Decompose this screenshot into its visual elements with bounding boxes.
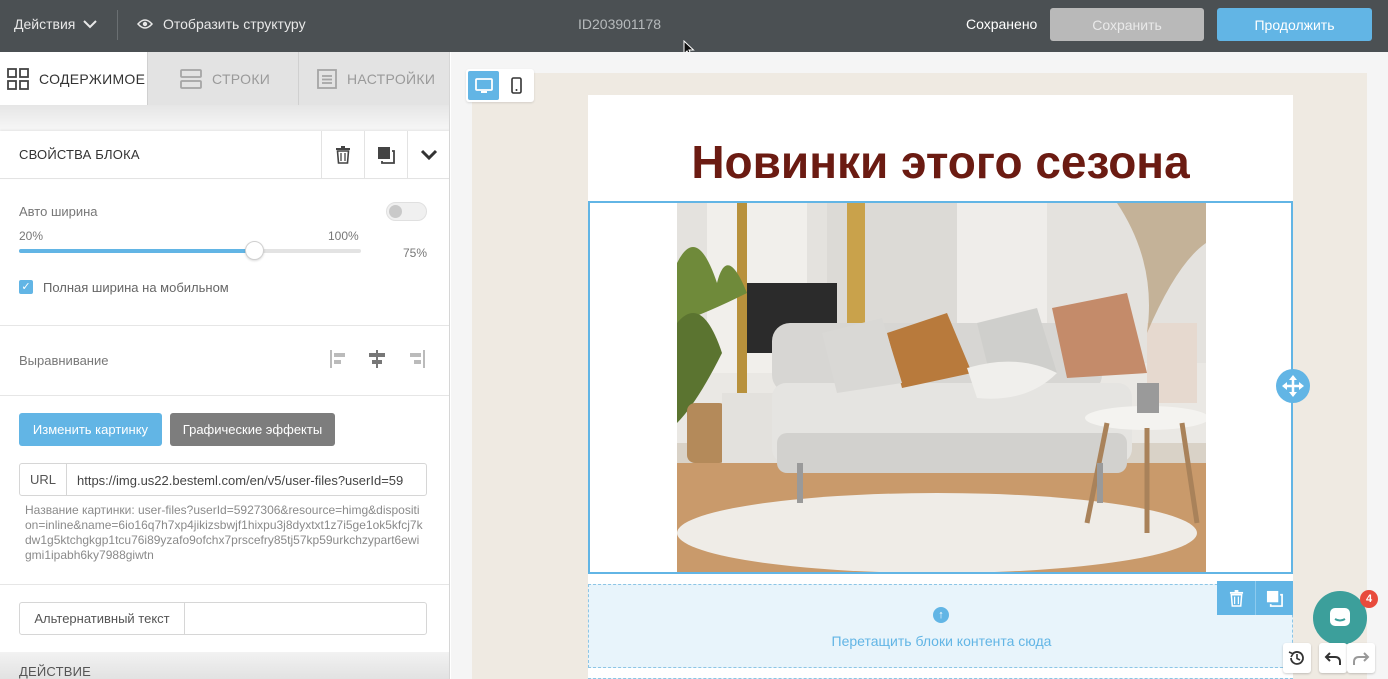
alt-text-field[interactable]: Альтернативный текст — [19, 602, 427, 635]
duplicate-icon — [378, 147, 395, 164]
delete-row-button[interactable] — [1217, 581, 1255, 615]
slider-max-label: 100% — [328, 229, 359, 243]
chevron-down-icon — [83, 20, 98, 29]
image-effects-button[interactable]: Графические эффекты — [170, 413, 335, 446]
history-icon — [1288, 651, 1304, 665]
grid-icon — [7, 67, 29, 90]
tab-rows[interactable]: СТРОКИ — [148, 52, 299, 105]
url-label: URL — [20, 464, 67, 495]
panel-tabs: СОДЕРЖИМОЕ СТРОКИ НАСТРОЙКИ — [0, 52, 449, 105]
chat-widget-button[interactable] — [1313, 591, 1367, 645]
align-left-icon[interactable] — [329, 349, 349, 369]
actions-menu[interactable]: Действия — [14, 0, 98, 48]
collapse-button[interactable] — [407, 131, 449, 179]
alignment-label: Выравнивание — [19, 353, 109, 368]
panel-spacer — [0, 105, 449, 131]
device-view-toggle — [466, 69, 534, 102]
actions-label: Действия — [14, 16, 76, 32]
rows-icon — [180, 68, 202, 89]
history-button[interactable] — [1283, 643, 1311, 673]
block-properties-header: СВОЙСТВА БЛОКА — [0, 131, 449, 179]
full-width-mobile-checkbox[interactable]: ✓ — [19, 280, 33, 294]
image-block[interactable] — [588, 201, 1293, 574]
delete-block-button[interactable] — [321, 131, 364, 179]
block-properties-title: СВОЙСТВА БЛОКА — [19, 147, 140, 162]
show-structure-label: Отобразить структуру — [163, 16, 306, 32]
auto-width-toggle[interactable] — [386, 202, 427, 221]
email-background: Новинки этого сезона ↑ Перетащить блоки … — [472, 73, 1367, 679]
section-divider — [0, 584, 449, 585]
tab-settings-label: НАСТРОЙКИ — [347, 70, 436, 87]
desktop-view-button[interactable] — [468, 71, 499, 100]
save-button[interactable]: Сохранить — [1050, 8, 1204, 41]
action-section-header[interactable]: ДЕЙСТВИЕ — [0, 652, 449, 679]
url-input[interactable]: https://img.us22.besteml.com/en/v5/user-… — [77, 473, 425, 488]
toggle-knob — [389, 205, 402, 218]
auto-width-label: Авто ширина — [19, 204, 98, 219]
alt-text-label: Альтернативный текст — [20, 603, 185, 634]
image-name-text: Название картинки: user-files?userId=592… — [25, 503, 423, 562]
trash-icon — [1229, 589, 1243, 607]
trash-icon — [336, 146, 350, 164]
slider-value: 75% — [403, 246, 428, 260]
email-body: Новинки этого сезона ↑ Перетащить блоки … — [588, 95, 1293, 679]
editor-canvas: Новинки этого сезона ↑ Перетащить блоки … — [451, 52, 1388, 679]
chat-icon — [1330, 608, 1350, 626]
action-section-label: ДЕЙСТВИЕ — [19, 664, 92, 679]
mobile-icon — [511, 77, 522, 94]
save-status: Сохранено — [966, 16, 1038, 32]
width-slider[interactable] — [19, 241, 361, 260]
redo-button[interactable] — [1347, 643, 1375, 673]
tab-content-label: СОДЕРЖИМОЕ — [39, 70, 146, 87]
chat-notification-badge: 4 — [1360, 590, 1378, 608]
section-divider — [0, 395, 449, 396]
content-drop-zone[interactable]: ↑ Перетащить блоки контента сюда — [588, 584, 1293, 668]
desktop-icon — [474, 77, 493, 93]
move-block-button[interactable] — [1276, 369, 1310, 403]
change-image-button[interactable]: Изменить картинку — [19, 413, 162, 446]
drop-zone-text: Перетащить блоки контента сюда — [831, 633, 1052, 649]
living-room-photo — [677, 203, 1206, 572]
tab-settings[interactable]: НАСТРОЙКИ — [299, 52, 449, 105]
chevron-down-icon — [420, 149, 438, 161]
history-controls — [1283, 643, 1388, 679]
settings-icon — [317, 68, 337, 89]
move-arrows-icon — [1282, 375, 1304, 397]
properties-panel: СОДЕРЖИМОЕ СТРОКИ НАСТРОЙКИ СВОЙСТВА БЛО… — [0, 52, 450, 679]
section-divider — [0, 325, 449, 326]
align-center-icon[interactable] — [367, 349, 387, 369]
eye-icon — [137, 19, 153, 29]
mobile-view-button[interactable] — [501, 71, 532, 100]
tab-rows-label: СТРОКИ — [212, 70, 271, 87]
document-id: ID203901178 — [578, 16, 662, 32]
undo-button[interactable] — [1319, 643, 1347, 673]
continue-button[interactable]: Продолжить — [1217, 8, 1372, 41]
toolbar-divider — [117, 10, 118, 40]
upload-arrow-icon: ↑ — [933, 607, 949, 623]
slider-min-label: 20% — [19, 229, 44, 243]
duplicate-row-button[interactable] — [1255, 581, 1293, 615]
tab-content[interactable]: СОДЕРЖИМОЕ — [0, 52, 148, 105]
email-heading[interactable]: Новинки этого сезона — [588, 135, 1293, 189]
width-slider-fill — [19, 249, 255, 253]
url-field[interactable]: URL https://img.us22.besteml.com/en/v5/u… — [19, 463, 427, 496]
duplicate-block-button[interactable] — [364, 131, 407, 179]
block-actions — [1217, 581, 1293, 615]
show-structure-button[interactable]: Отобразить структуру — [137, 0, 306, 48]
undo-icon — [1324, 652, 1341, 665]
redo-icon — [1353, 652, 1370, 665]
width-slider-handle[interactable] — [245, 241, 265, 260]
full-width-mobile-label: Полная ширина на мобильном — [43, 280, 229, 295]
align-right-icon[interactable] — [406, 349, 426, 369]
duplicate-icon — [1266, 590, 1283, 607]
